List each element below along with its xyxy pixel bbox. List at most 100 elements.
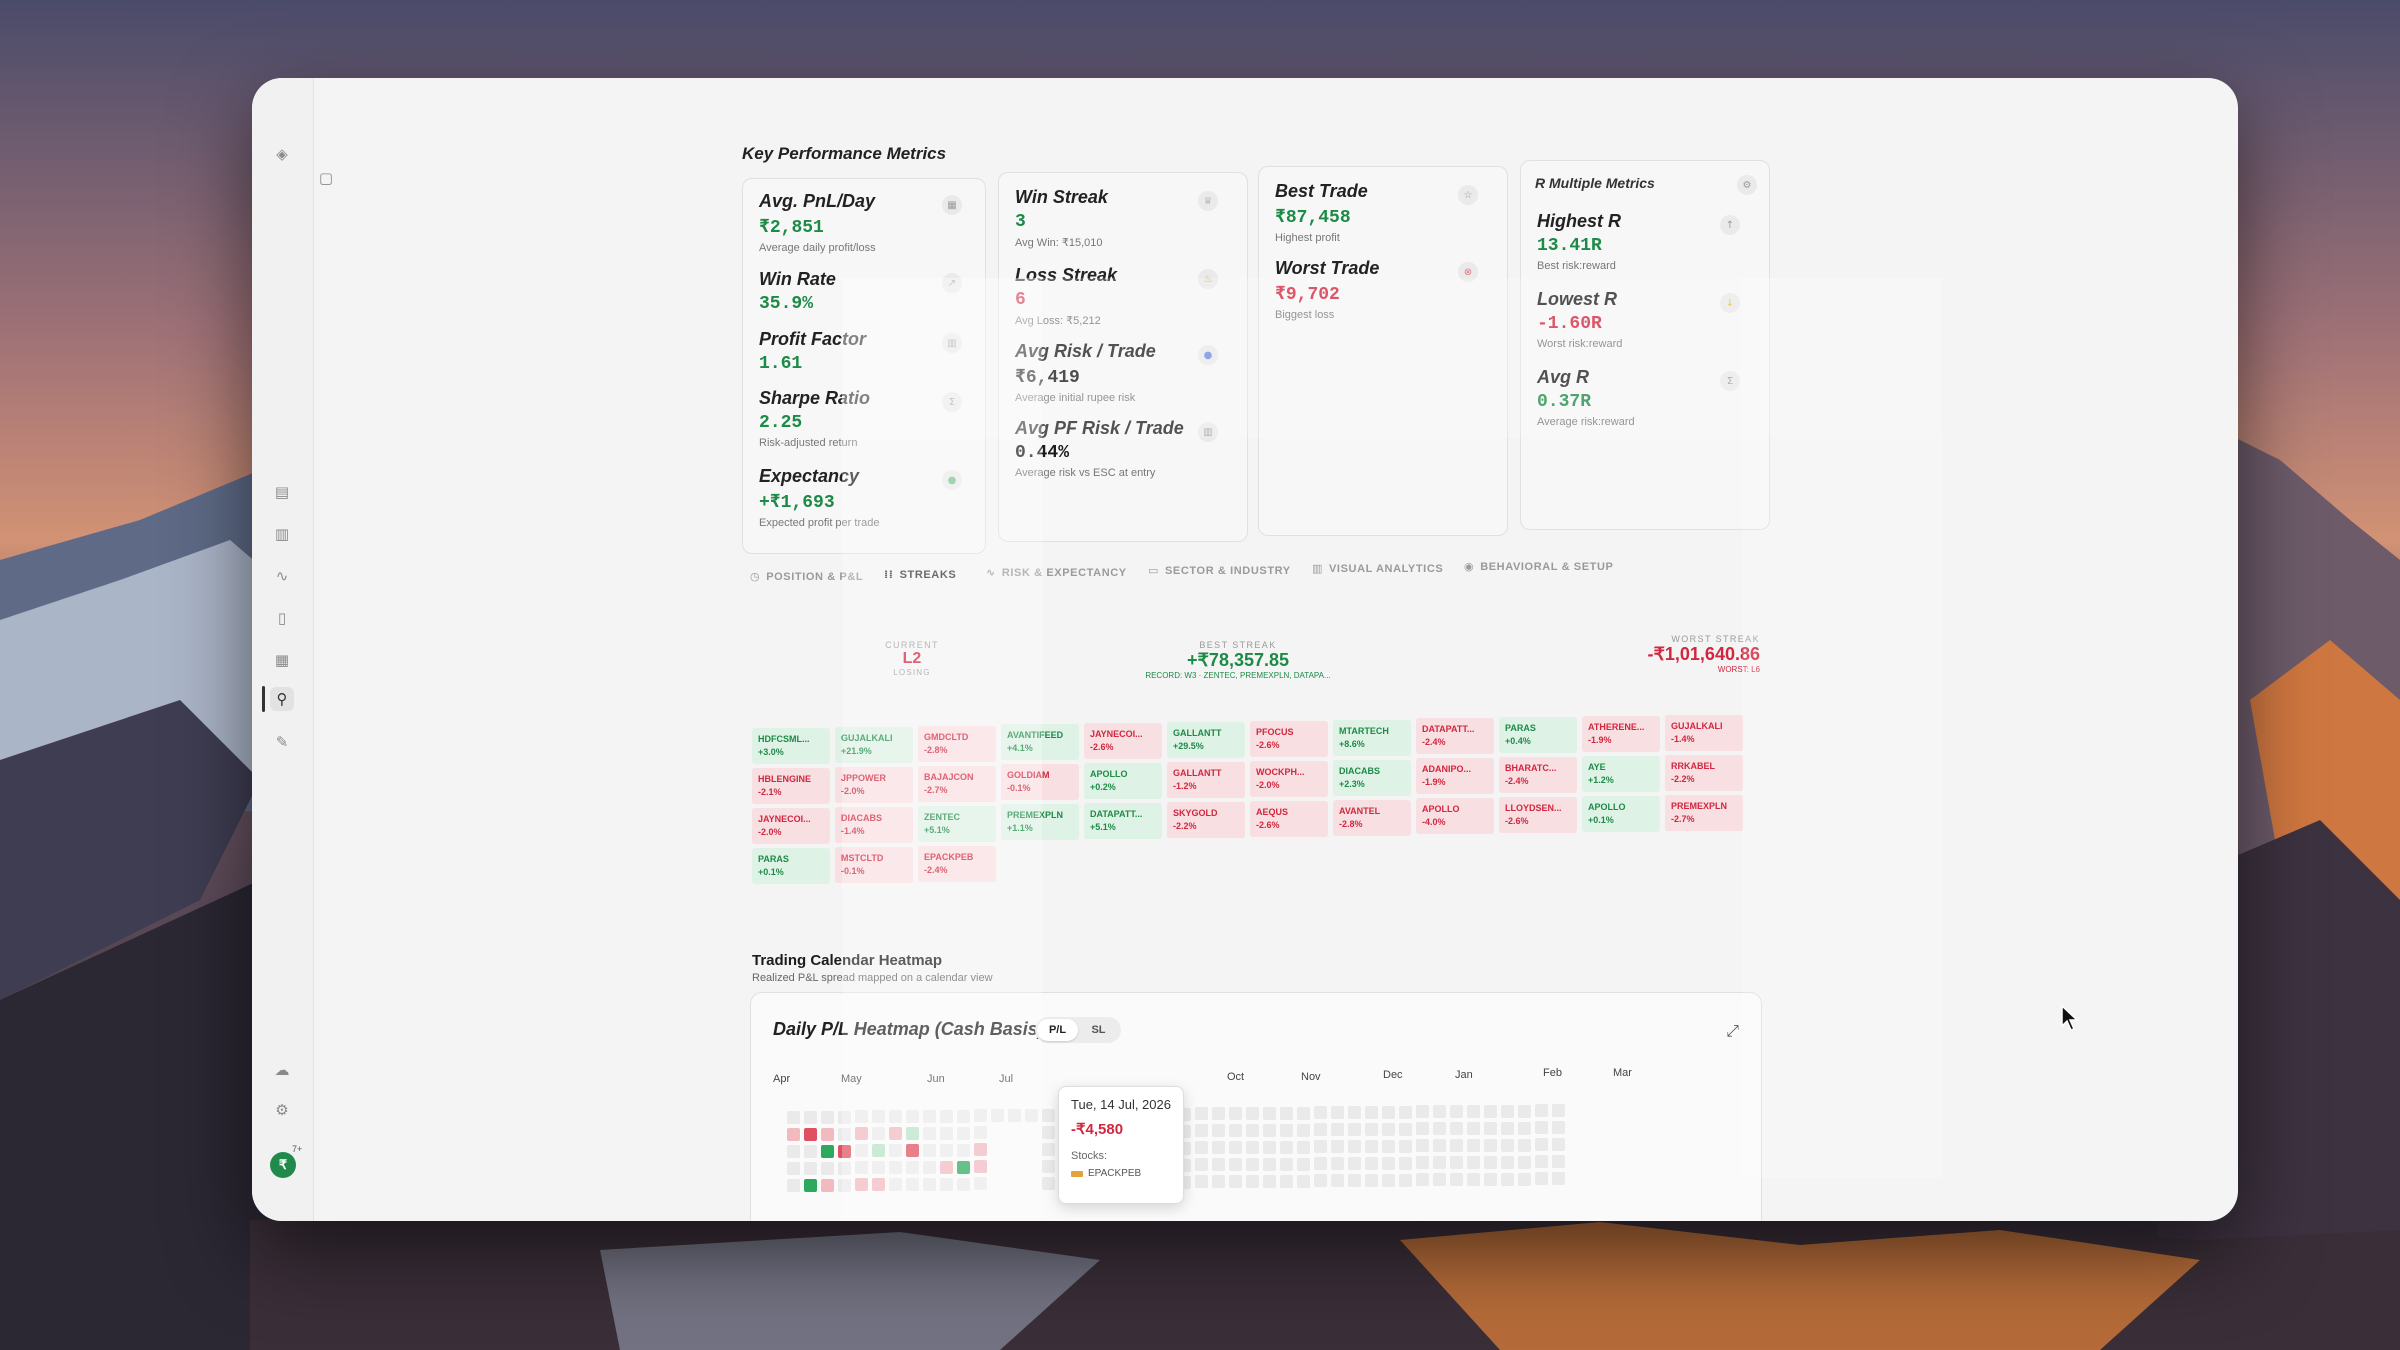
heatmap-day-cell[interactable] <box>923 1143 936 1157</box>
heatmap-day-cell[interactable] <box>1416 1156 1429 1170</box>
heatmap-day-cell[interactable] <box>821 1161 834 1175</box>
heatmap-day-cell[interactable] <box>1501 1172 1514 1186</box>
heatmap-day-cell[interactable] <box>1314 1106 1327 1120</box>
heatmap-day-cell[interactable] <box>1433 1122 1446 1136</box>
heatmap-day-cell[interactable] <box>855 1110 868 1124</box>
trade-cell[interactable]: PREMEXPLN -2.7% <box>1665 794 1743 831</box>
heatmap-day-cell[interactable] <box>957 1160 970 1174</box>
heatmap-day-cell[interactable] <box>787 1128 800 1141</box>
trade-cell[interactable]: DATAPATT... +5.1% <box>1084 803 1162 840</box>
heatmap-day-cell[interactable] <box>1365 1139 1378 1153</box>
trade-cell[interactable]: GMDCLTD -2.8% <box>918 725 996 762</box>
heatmap-day-cell[interactable] <box>1433 1139 1446 1153</box>
trade-cell[interactable]: PREMEXPLN +1.1% <box>1001 804 1079 841</box>
heatmap-day-cell[interactable] <box>1263 1174 1276 1188</box>
heatmap-day-cell[interactable] <box>1246 1106 1259 1120</box>
heatmap-day-cell[interactable] <box>906 1143 919 1157</box>
heatmap-day-cell[interactable] <box>1348 1140 1361 1154</box>
heatmap-day-cell[interactable] <box>787 1145 800 1158</box>
heatmap-day-cell[interactable] <box>1382 1122 1395 1136</box>
heatmap-day-cell[interactable] <box>1348 1157 1361 1171</box>
trade-cell[interactable]: AEQUS -2.6% <box>1250 800 1328 837</box>
heatmap-day-cell[interactable] <box>1433 1156 1446 1170</box>
trade-cell[interactable]: BAJAJCON -2.7% <box>918 765 996 802</box>
heatmap-day-cell[interactable] <box>1314 1157 1327 1171</box>
tab-sector-industry[interactable]: ▭ SECTOR & INDUSTRY <box>1148 564 1291 577</box>
heatmap-day-cell[interactable] <box>1535 1121 1548 1135</box>
heatmap-day-cell[interactable] <box>1042 1108 1055 1122</box>
trade-cell[interactable]: ZENTEC +5.1% <box>918 805 996 842</box>
heatmap-day-cell[interactable] <box>889 1127 902 1141</box>
info-icon[interactable]: ⚙ <box>1737 175 1757 195</box>
heatmap-day-cell[interactable] <box>1042 1159 1055 1173</box>
heatmap-day-cell[interactable] <box>1297 1123 1310 1137</box>
heatmap-day-cell[interactable] <box>940 1143 953 1157</box>
trade-cell[interactable]: GALLANTT -1.2% <box>1167 762 1245 798</box>
trade-cell[interactable]: GOLDIAM -0.1% <box>1001 764 1079 801</box>
heatmap-day-cell[interactable] <box>1501 1155 1514 1169</box>
trade-cell[interactable]: JAYNECOI... -2.6% <box>1084 723 1162 760</box>
tab-streaks[interactable]: ⁞⁞ STREAKS <box>884 568 956 581</box>
heatmap-day-cell[interactable] <box>855 1178 868 1192</box>
heatmap-day-cell[interactable] <box>1263 1140 1276 1154</box>
heatmap-day-cell[interactable] <box>1314 1123 1327 1137</box>
trade-cell[interactable]: RRKABEL -2.2% <box>1665 754 1743 791</box>
heatmap-day-cell[interactable] <box>1042 1125 1055 1139</box>
heatmap-day-cell[interactable] <box>838 1144 851 1158</box>
heatmap-day-cell[interactable] <box>1365 1105 1378 1119</box>
heatmap-day-cell[interactable] <box>1246 1123 1259 1137</box>
heatmap-day-cell[interactable] <box>1331 1106 1344 1120</box>
expand-icon[interactable]: ⤢ <box>1726 1021 1739 1041</box>
heatmap-day-cell[interactable] <box>1365 1156 1378 1170</box>
heatmap-day-cell[interactable] <box>1246 1157 1259 1171</box>
heatmap-day-cell[interactable] <box>1535 1138 1548 1152</box>
heatmap-day-cell[interactable] <box>1484 1172 1497 1186</box>
trade-cell[interactable]: APOLLO +0.1% <box>1582 796 1660 832</box>
heatmap-day-cell[interactable] <box>804 1178 817 1192</box>
heatmap-day-cell[interactable] <box>940 1109 953 1123</box>
heatmap-day-cell[interactable] <box>1399 1156 1412 1170</box>
heatmap-day-cell[interactable] <box>1416 1122 1429 1136</box>
trade-cell[interactable]: JPPOWER -2.0% <box>835 766 913 803</box>
heatmap-day-cell[interactable] <box>1467 1173 1480 1186</box>
tab-visual-analytics[interactable]: ▥ VISUAL ANALYTICS <box>1312 562 1443 575</box>
heatmap-day-cell[interactable] <box>1399 1105 1412 1119</box>
heatmap-day-cell[interactable] <box>1331 1174 1344 1188</box>
heatmap-day-cell[interactable] <box>1195 1141 1208 1155</box>
heatmap-day-cell[interactable] <box>940 1177 953 1191</box>
trade-cell[interactable]: GALLANTT +29.5% <box>1167 722 1245 758</box>
heatmap-day-cell[interactable] <box>1348 1174 1361 1188</box>
heatmap-day-cell[interactable] <box>1246 1174 1259 1188</box>
heatmap-day-cell[interactable] <box>1246 1140 1259 1154</box>
heatmap-day-cell[interactable] <box>855 1161 868 1175</box>
heatmap-day-cell[interactable] <box>1518 1155 1531 1169</box>
heatmap-day-cell[interactable] <box>1552 1138 1565 1152</box>
heatmap-day-cell[interactable] <box>1042 1142 1055 1156</box>
heatmap-day-cell[interactable] <box>957 1177 970 1191</box>
trade-cell[interactable]: BHARATC... -2.4% <box>1499 757 1577 794</box>
heatmap-day-cell[interactable] <box>1229 1158 1242 1172</box>
trade-cell[interactable]: PARAS +0.4% <box>1499 717 1577 754</box>
trade-cell[interactable]: HBLENGINE -2.1% <box>752 768 830 804</box>
heatmap-day-cell[interactable] <box>974 1126 987 1140</box>
heatmap-day-cell[interactable] <box>787 1162 800 1175</box>
heatmap-day-cell[interactable] <box>838 1161 851 1175</box>
heatmap-day-cell[interactable] <box>855 1144 868 1158</box>
heatmap-day-cell[interactable] <box>1399 1122 1412 1136</box>
heatmap-day-cell[interactable] <box>1382 1105 1395 1119</box>
heatmap-day-cell[interactable] <box>1416 1139 1429 1153</box>
heatmap-day-cell[interactable] <box>1450 1156 1463 1170</box>
trade-cell[interactable]: LLOYDSEN... -2.6% <box>1499 797 1577 834</box>
heatmap-day-cell[interactable] <box>1535 1155 1548 1169</box>
heatmap-day-cell[interactable] <box>957 1109 970 1123</box>
heatmap-day-cell[interactable] <box>1297 1106 1310 1120</box>
trade-cell[interactable]: AYE +1.2% <box>1582 756 1660 792</box>
heatmap-day-cell[interactable] <box>923 1109 936 1123</box>
heatmap-day-cell[interactable] <box>957 1126 970 1140</box>
heatmap-day-cell[interactable] <box>1552 1121 1565 1135</box>
trade-cell[interactable]: GUJALKALI +21.9% <box>835 726 913 763</box>
heatmap-day-cell[interactable] <box>1212 1175 1225 1189</box>
heatmap-day-cell[interactable] <box>974 1177 987 1191</box>
heatmap-day-cell[interactable] <box>1484 1121 1497 1135</box>
heatmap-day-cell[interactable] <box>1297 1174 1310 1188</box>
